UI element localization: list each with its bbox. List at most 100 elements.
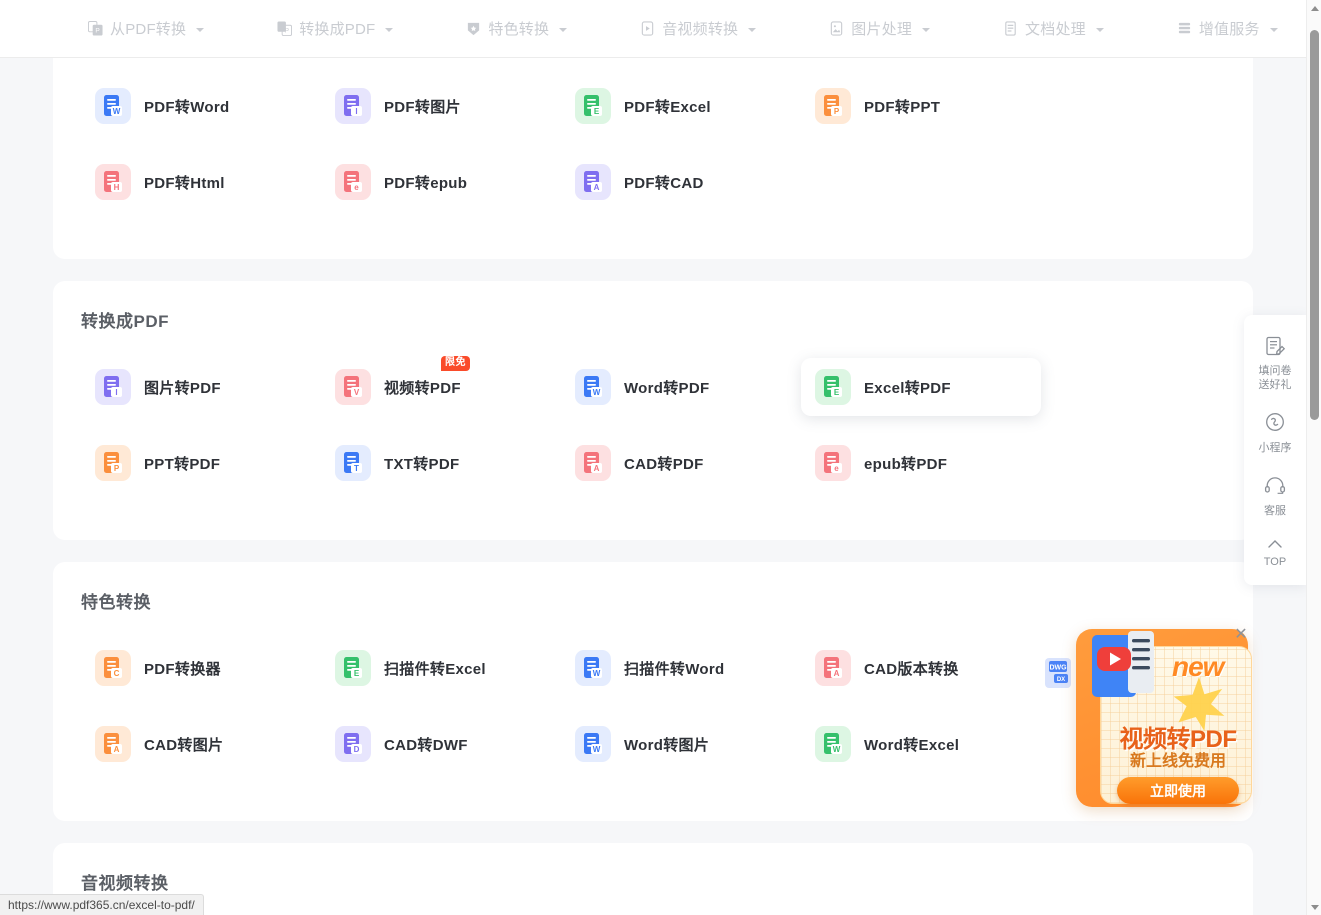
nav-item-media[interactable]: 音视频转换 bbox=[640, 18, 757, 39]
tool-item[interactable]: P PPT转PDF bbox=[81, 434, 321, 492]
document-icon bbox=[1003, 21, 1018, 36]
nav-item-value-added[interactable]: 增值服务 bbox=[1177, 18, 1278, 39]
excel-to-pdf-icon: E bbox=[815, 369, 851, 405]
tool-item[interactable]: e epub转PDF bbox=[801, 434, 1041, 492]
scroll-up-button[interactable] bbox=[1307, 0, 1321, 16]
tool-label: Excel转PDF bbox=[864, 379, 951, 397]
survey-icon bbox=[1266, 336, 1286, 356]
tool-label: PDF转图片 bbox=[384, 98, 461, 116]
chevron-down-icon bbox=[748, 27, 757, 32]
tool-item[interactable]: A PDF转CAD bbox=[561, 153, 801, 211]
tool-item[interactable]: C PDF转换器 bbox=[81, 639, 321, 697]
tool-item[interactable]: A CAD转图片 bbox=[81, 715, 321, 773]
section-card: 从PDF转换 W PDF转Word I PDF转图片 bbox=[53, 58, 1253, 259]
tool-item[interactable]: E Excel转PDF bbox=[801, 358, 1041, 416]
nav-item-to-pdf[interactable]: P 转换成PDF bbox=[277, 18, 394, 39]
promo-new-label: new bbox=[1172, 651, 1224, 682]
nav-item-document[interactable]: 文档处理 bbox=[1003, 18, 1104, 39]
cad-version-icon: A bbox=[815, 650, 851, 686]
miniprogram-icon bbox=[1266, 413, 1284, 431]
svg-text:A: A bbox=[114, 745, 120, 754]
cad-to-image-icon: A bbox=[95, 726, 131, 762]
tool-grid: W PDF转Word I PDF转图片 E PDF转Excel P PDF转PP… bbox=[81, 77, 1225, 229]
tool-label: PDF转Html bbox=[144, 174, 225, 192]
tool-label: 图片转PDF bbox=[144, 379, 221, 397]
tool-item[interactable]: W PDF转Word bbox=[81, 77, 321, 135]
section-card: 音视频转换 bbox=[53, 843, 1253, 915]
tool-item[interactable]: T TXT转PDF bbox=[321, 434, 561, 492]
tool-item[interactable]: D CAD转DWF bbox=[321, 715, 561, 773]
epub-to-pdf-icon: e bbox=[815, 445, 851, 481]
tool-item[interactable]: E PDF转Excel bbox=[561, 77, 801, 135]
promo-close-button[interactable]: ✕ bbox=[1232, 626, 1250, 644]
word-to-excel-icon: W bbox=[815, 726, 851, 762]
tool-item[interactable]: P PDF转PPT bbox=[801, 77, 1041, 135]
tool-label: Word转PDF bbox=[624, 379, 710, 397]
chevron-down-icon bbox=[559, 27, 568, 32]
tool-item[interactable]: I 图片转PDF bbox=[81, 358, 321, 416]
tool-item[interactable]: I PDF转图片 bbox=[321, 77, 561, 135]
svg-text:E: E bbox=[834, 388, 840, 397]
tool-item[interactable]: V 视频转PDF 限免 bbox=[321, 356, 561, 416]
headset-icon bbox=[1264, 477, 1286, 494]
tool-item[interactable]: W Word转图片 bbox=[561, 715, 801, 773]
nav-item-label: 文档处理 bbox=[1025, 21, 1086, 38]
sidebar-item-miniprogram[interactable]: 小程序 bbox=[1244, 402, 1306, 465]
file-image-icon: I bbox=[335, 88, 371, 124]
nav-item-image[interactable]: 图片处理 bbox=[829, 18, 931, 39]
tool-item[interactable]: A CAD转PDF bbox=[561, 434, 801, 492]
media-icon bbox=[640, 21, 655, 36]
tool-label: CAD转DWF bbox=[384, 736, 468, 754]
tool-item[interactable]: e PDF转epub bbox=[321, 153, 561, 211]
tool-item[interactable]: W Word转PDF bbox=[561, 358, 801, 416]
tool-label: CAD转图片 bbox=[144, 736, 224, 754]
browser-page: P 从PDF转换 P 转换成PDF 特色转换 音视频转换 图片处理 文档处理 增… bbox=[0, 0, 1321, 915]
chevron-down-icon bbox=[1095, 27, 1104, 32]
section-title: 转换成PDF bbox=[81, 312, 169, 331]
sidebar-item-label: TOP bbox=[1263, 556, 1287, 568]
pdf-convert-from-icon: P bbox=[88, 21, 103, 36]
promo-ad-card[interactable]: new 视频转PDF 新上线免费用 立即使用 ✕ bbox=[1076, 626, 1252, 807]
tool-item[interactable]: W Word转Excel bbox=[801, 715, 1041, 773]
file-epub-icon: e bbox=[335, 164, 371, 200]
svg-text:e: e bbox=[354, 183, 359, 192]
svg-text:T: T bbox=[354, 464, 359, 473]
video-to-pdf-icon: V bbox=[335, 369, 371, 405]
tool-label: PDF转Word bbox=[144, 98, 230, 116]
promo-ad-popup: new 视频转PDF 新上线免费用 立即使用 ✕ bbox=[1062, 622, 1252, 810]
nav-item-featured[interactable]: 特色转换 bbox=[466, 18, 568, 39]
sidebar-item-back-to-top[interactable]: TOP bbox=[1244, 528, 1306, 579]
nav-item-from-pdf[interactable]: P 从PDF转换 bbox=[88, 18, 205, 39]
scroll-down-button[interactable] bbox=[1307, 899, 1321, 915]
tool-item[interactable]: A CAD版本转换 bbox=[801, 639, 1041, 697]
svg-text:W: W bbox=[593, 669, 601, 678]
svg-text:W: W bbox=[113, 107, 121, 116]
limited-free-badge: 限免 bbox=[441, 356, 470, 371]
tool-label: PDF转CAD bbox=[624, 174, 704, 192]
scrollbar-thumb[interactable] bbox=[1310, 30, 1319, 420]
tool-item[interactable]: W 扫描件转Word bbox=[561, 639, 801, 697]
file-cad-icon: A bbox=[575, 164, 611, 200]
file-ppt-icon: P bbox=[815, 88, 851, 124]
tool-label: Word转图片 bbox=[624, 736, 710, 754]
tool-label: PPT转PDF bbox=[144, 455, 221, 473]
tool-item[interactable]: E 扫描件转Excel bbox=[321, 639, 561, 697]
promo-cta-button[interactable]: 立即使用 bbox=[1117, 777, 1239, 804]
sidebar-item-label-2: 送好礼 bbox=[1258, 379, 1292, 391]
nav-item-label: 图片处理 bbox=[851, 21, 913, 38]
scan-to-excel-icon: E bbox=[335, 650, 371, 686]
image-to-pdf-icon: I bbox=[95, 369, 131, 405]
tool-label: TXT转PDF bbox=[384, 455, 460, 473]
section-title: 特色转换 bbox=[81, 593, 151, 612]
vertical-scrollbar[interactable] bbox=[1306, 0, 1321, 915]
tool-label: PDF转epub bbox=[384, 174, 468, 192]
svg-text:V: V bbox=[354, 388, 360, 397]
tool-item[interactable]: H PDF转Html bbox=[81, 153, 321, 211]
file-word-icon: W bbox=[95, 88, 131, 124]
svg-text:W: W bbox=[593, 745, 601, 754]
video-book-illustration-icon bbox=[1088, 629, 1162, 711]
svg-text:E: E bbox=[354, 669, 360, 678]
promo-subtitle: 新上线免费用 bbox=[1129, 753, 1226, 770]
sidebar-item-support[interactable]: 客服 bbox=[1244, 465, 1306, 528]
sidebar-item-survey[interactable]: 填问卷 送好礼 bbox=[1244, 325, 1306, 402]
